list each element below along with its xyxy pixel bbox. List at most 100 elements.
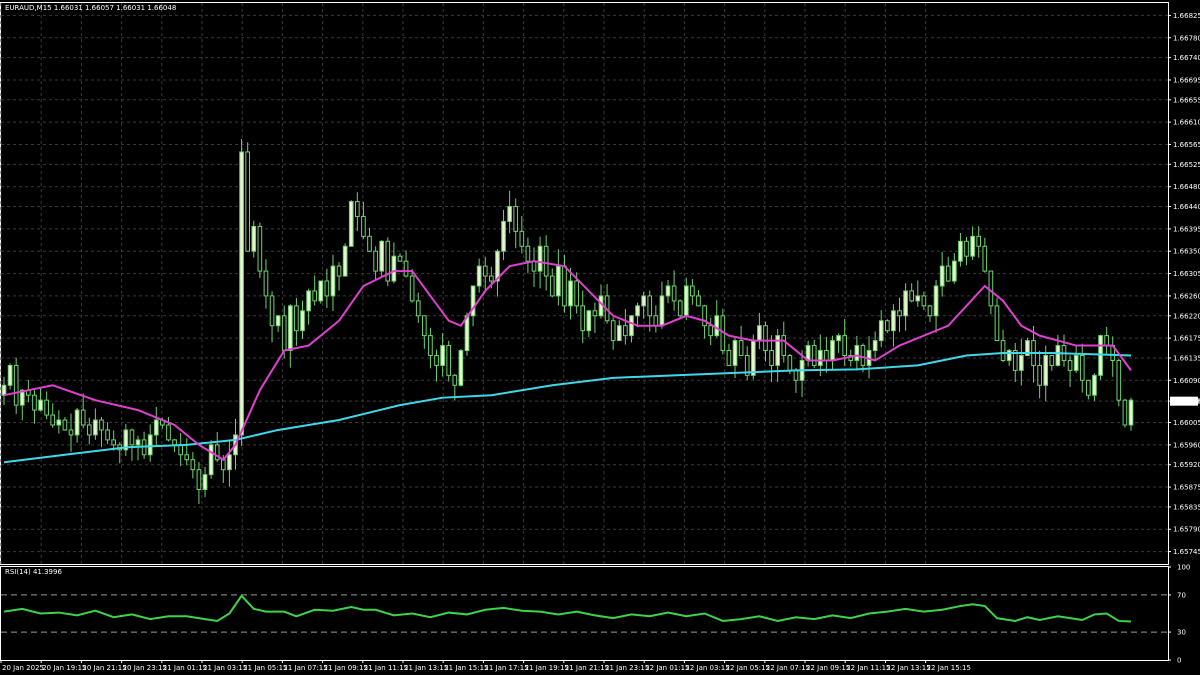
candle-body — [172, 439, 177, 446]
candle-body — [763, 325, 768, 352]
time-axis-label: 21 Jan 19:15 — [525, 664, 569, 672]
candle-body — [440, 345, 445, 366]
candle-body — [793, 369, 799, 381]
candle-body — [318, 280, 324, 302]
candle-body — [958, 240, 963, 262]
candle-body — [227, 454, 232, 471]
candle-body — [507, 206, 512, 222]
candle-body — [592, 310, 598, 317]
candle-body — [93, 419, 98, 436]
time-axis-label: 22 Jan 07:15 — [766, 664, 810, 672]
candle-body — [933, 285, 939, 317]
candle-body — [464, 315, 470, 352]
price-axis-label: 1.66005 — [1173, 419, 1200, 427]
candle-body — [635, 305, 640, 317]
candle-body — [178, 444, 183, 456]
candle-body — [714, 315, 720, 337]
candle-body — [251, 225, 257, 252]
time-axis-label: 22 Jan 15:15 — [927, 664, 971, 672]
candle-body — [501, 220, 506, 252]
rsi-axis-label: 30 — [1177, 629, 1186, 637]
time-axis-label: 21 Jan 15:15 — [444, 664, 488, 672]
rsi-axis: 100 70 30 0 — [1168, 564, 1190, 665]
candle-body — [897, 310, 902, 317]
candle-body — [921, 295, 927, 307]
candle-body — [1, 384, 7, 396]
candle-body — [836, 335, 841, 342]
candle-body — [939, 265, 945, 287]
candle-body — [891, 310, 896, 332]
candle-body — [1043, 354, 1049, 386]
candle-body — [574, 280, 579, 307]
price-axis-label: 1.65790 — [1173, 526, 1200, 534]
candle-body — [324, 280, 330, 297]
time-axis-label: 22 Jan 01:15 — [645, 664, 689, 672]
candle-body — [482, 265, 488, 277]
current-price-tag-text: 1.66048 — [1172, 398, 1200, 406]
candle-body — [86, 424, 92, 436]
candle-body — [111, 439, 116, 446]
candle-body — [860, 345, 866, 366]
candle-body — [190, 459, 196, 471]
time-axis: 20 Jan 202520 Jan 19:1520 Jan 21:1520 Ja… — [0, 660, 971, 672]
candle-body — [208, 444, 214, 476]
candle-body — [99, 419, 104, 431]
candle-body — [397, 255, 403, 262]
candle-body — [1067, 359, 1073, 371]
price-axis-label: 1.65920 — [1173, 461, 1200, 469]
price-axis-label: 1.66740 — [1173, 54, 1200, 62]
price-axis-label: 1.65960 — [1173, 441, 1200, 449]
time-axis-label: 22 Jan 11:15 — [846, 664, 890, 672]
candle-body — [263, 270, 269, 297]
rsi-axis-label: 0 — [1177, 657, 1181, 665]
candle-body — [74, 409, 80, 436]
candle-body — [1116, 359, 1122, 401]
rsi-axis-label: 70 — [1177, 591, 1186, 599]
candle-body — [294, 305, 299, 332]
candle-body — [872, 340, 878, 352]
candle-body — [434, 354, 439, 366]
candle-body — [616, 325, 622, 342]
candle-body — [811, 345, 817, 366]
candle-body — [641, 295, 646, 307]
candle-body — [50, 414, 56, 426]
candle-body — [348, 201, 354, 247]
candle-body — [537, 245, 543, 272]
candle-body — [915, 295, 921, 302]
price-axis-label: 1.66090 — [1173, 377, 1200, 385]
candle-body — [409, 275, 415, 302]
price-axis-label: 1.66480 — [1173, 183, 1200, 191]
time-axis-label: 21 Jan 17:15 — [484, 664, 528, 672]
time-axis-label: 20 Jan 23:15 — [123, 664, 167, 672]
candle-body — [275, 315, 281, 327]
candle-body — [1000, 340, 1006, 361]
candle-body — [13, 364, 19, 406]
candle-body — [647, 295, 653, 317]
candle-body — [458, 350, 464, 386]
candle-body — [970, 235, 975, 257]
candle-body — [147, 434, 153, 456]
candle-body — [202, 474, 208, 491]
candle-body — [817, 350, 823, 366]
candle-body — [422, 315, 427, 337]
candle-body — [330, 265, 336, 297]
candle-body — [702, 305, 707, 327]
candle-body — [1128, 399, 1134, 426]
candle-body — [824, 350, 829, 361]
candle-body — [884, 320, 890, 332]
candle-body — [945, 265, 951, 282]
candle-body — [952, 260, 957, 282]
candle-body — [7, 364, 13, 386]
candle-body — [300, 310, 305, 332]
candle-body — [519, 230, 525, 247]
candle-body — [476, 265, 482, 287]
candle-body — [269, 295, 275, 327]
trading-chart[interactable]: 1.66825 1.66780 1.66740 1.66695 1.66655 1.666… — [0, 0, 1200, 675]
candle-body — [976, 235, 982, 247]
time-axis-label: 22 Jan 05:15 — [726, 664, 770, 672]
price-axis-label: 1.66395 — [1173, 225, 1200, 233]
candle-body — [32, 394, 37, 411]
candle-body — [586, 310, 592, 332]
candle-body — [56, 419, 62, 426]
candle-body — [653, 315, 659, 327]
